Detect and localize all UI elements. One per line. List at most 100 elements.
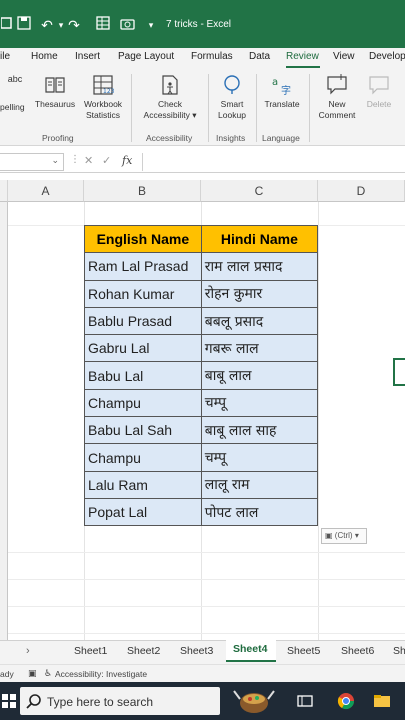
insert-function-icon[interactable]: fx (122, 154, 132, 167)
smart-lookup-button[interactable]: Smart Lookup (212, 74, 252, 121)
english-name-cell[interactable]: Bablu Prasad (84, 306, 202, 336)
table-row: Lalu Ram लालू राम (84, 470, 319, 499)
group-separator (256, 74, 257, 142)
english-name-cell[interactable]: Babu Lal (84, 361, 202, 390)
formula-input[interactable] (142, 153, 405, 171)
select-all-corner[interactable] (0, 180, 8, 202)
sheet-tab-7[interactable]: Sh (393, 645, 405, 657)
hindi-name-cell[interactable]: राम लाल प्रसाद (200, 252, 319, 281)
english-name-cell[interactable]: Ram Lal Prasad (84, 252, 202, 281)
accessibility-label: Accessibility ▾ (143, 110, 197, 120)
column-header-b[interactable]: B (84, 180, 201, 202)
sheet-tab-6[interactable]: Sheet6 (341, 645, 374, 657)
save-icon[interactable] (14, 15, 34, 35)
new-comment-button[interactable]: New Comment (313, 74, 361, 121)
file-explorer-icon[interactable] (373, 692, 391, 710)
check-label: Check (157, 99, 183, 109)
customize-qat-icon[interactable]: ▾ (146, 15, 156, 35)
tab-formulas[interactable]: Formulas (191, 51, 233, 62)
english-name-cell[interactable]: Babu Lal Sah (84, 416, 202, 445)
sheet-tab-5[interactable]: Sheet5 (287, 645, 320, 657)
hindi-name-cell[interactable]: लालू राम (200, 470, 319, 499)
translate-button[interactable]: a字 Translate (260, 74, 304, 110)
hindi-name-cell[interactable]: बाबू लाल (200, 361, 319, 390)
tab-home[interactable]: Home (31, 51, 58, 62)
hindi-name-cell[interactable]: पोपट लाल (200, 497, 319, 527)
hindi-name-cell[interactable]: गबरू लाल (200, 334, 319, 363)
group-label-proofing: Proofing (42, 133, 74, 143)
hindi-name-cell[interactable]: चम्पू (200, 388, 319, 418)
undo-dropdown-icon[interactable]: ▾ (56, 15, 66, 35)
more-options-icon[interactable]: ⋮ (70, 154, 80, 165)
hindi-name-cell[interactable]: रोहन कुमार (200, 279, 319, 308)
sheet-tab-3[interactable]: Sheet3 (180, 645, 213, 657)
thesaurus-button[interactable]: Thesaurus (32, 74, 78, 110)
header-hindi-name[interactable]: Hindi Name (200, 224, 319, 254)
chevron-down-icon: ▾ (354, 531, 359, 540)
undo-icon[interactable]: ↶ (38, 15, 56, 35)
sheet-tab-1[interactable]: Sheet1 (74, 645, 107, 657)
table-row: Rohan Kumar रोहन कुमार (84, 279, 319, 308)
hindi-name-cell[interactable]: चम्पू (200, 443, 319, 472)
column-header-c[interactable]: C (201, 180, 318, 202)
task-view-icon[interactable] (296, 692, 314, 710)
redo-icon[interactable]: ↷ (66, 15, 82, 35)
accessibility-icon (162, 75, 178, 95)
table-row: Ram Lal Prasad राम लाल प्रसाद (84, 252, 319, 281)
group-separator (208, 74, 209, 142)
camera-icon[interactable] (118, 15, 136, 35)
column-header-a[interactable]: A (8, 180, 84, 202)
tab-page-layout[interactable]: Page Layout (118, 51, 174, 62)
delete-comment-icon (369, 76, 389, 95)
clipboard-icon: ▣ (325, 531, 333, 540)
tab-file[interactable]: ile (0, 51, 10, 62)
paste-options-button[interactable]: ▣ (Ctrl) ▾ (321, 528, 367, 544)
group-label-insights: Insights (216, 133, 246, 143)
row-headers[interactable] (0, 202, 8, 640)
column-header-d[interactable]: D (318, 180, 405, 202)
gridline (8, 606, 405, 607)
tab-insert[interactable]: Insert (75, 51, 100, 62)
cooking-pot-icon[interactable] (228, 687, 280, 715)
accessibility-person-icon: ♿ (44, 668, 53, 678)
search-icon (26, 694, 41, 709)
english-name-cell[interactable]: Lalu Ram (84, 470, 202, 499)
hindi-name-cell[interactable]: बाबू लाल साह (200, 416, 319, 445)
windows-start-icon[interactable] (2, 694, 16, 708)
group-separator (131, 74, 132, 142)
tab-view[interactable]: View (333, 51, 355, 62)
tab-review[interactable]: Review (286, 51, 319, 62)
macro-record-icon[interactable]: ▣ (28, 668, 37, 679)
search-placeholder: Type here to search (47, 695, 154, 709)
spelling-button[interactable]: abc pelling (0, 74, 30, 112)
enter-icon[interactable]: ✓ (102, 154, 111, 167)
header-english-name[interactable]: English Name (84, 224, 202, 254)
accessibility-status[interactable]: Accessibility: Investigate (55, 669, 147, 679)
english-name-cell[interactable]: Rohan Kumar (84, 279, 202, 308)
ribbon-tabs: ile Home Insert Page Layout Formulas Dat… (0, 48, 405, 68)
form-icon[interactable] (94, 15, 112, 35)
tab-developer[interactable]: Develop (369, 51, 405, 62)
scroll-sheets-right-icon[interactable]: › (26, 645, 30, 657)
name-box[interactable]: ⌄ (0, 153, 64, 171)
chrome-icon[interactable] (337, 692, 355, 710)
svg-text:123: 123 (103, 88, 114, 95)
cancel-icon[interactable]: ✕ (84, 154, 93, 167)
lightbulb-search-icon (224, 75, 240, 94)
workbook-statistics-button[interactable]: 123 Workbook Statistics (80, 74, 126, 121)
table-row: Popat Lal पोपट लाल (84, 497, 319, 527)
english-name-cell[interactable]: Champu (84, 443, 202, 472)
english-name-cell[interactable]: Gabru Lal (84, 334, 202, 363)
sheet-tab-4[interactable]: Sheet4 (233, 643, 267, 655)
delete-comment-button[interactable]: Delete (362, 74, 396, 110)
sheet-tab-2[interactable]: Sheet2 (127, 645, 160, 657)
hindi-name-cell[interactable]: बबलू प्रसाद (200, 306, 319, 336)
english-name-cell[interactable]: Champu (84, 388, 202, 418)
check-accessibility-button[interactable]: Check Accessibility ▾ (138, 74, 202, 121)
english-name-cell[interactable]: Popat Lal (84, 497, 202, 527)
taskbar-search-box[interactable]: Type here to search (20, 687, 220, 715)
chevron-down-icon[interactable]: ⌄ (51, 155, 59, 166)
table-row: Babu Lal Sah बाबू लाल साह (84, 416, 319, 445)
autosave-toggle[interactable] (0, 15, 14, 35)
tab-data[interactable]: Data (249, 51, 270, 62)
